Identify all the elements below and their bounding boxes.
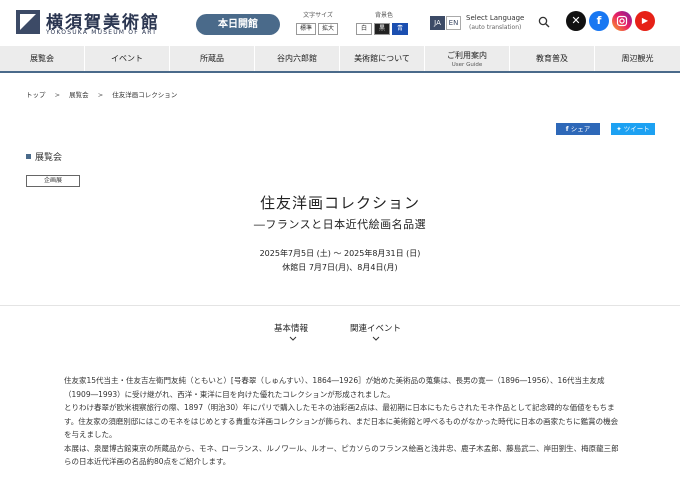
facebook-icon[interactable]: f: [589, 11, 609, 31]
exhibition-subtitle: ―フランスと日本近代絵画名品選: [253, 218, 427, 231]
square-bullet-icon: [26, 154, 31, 159]
tab-related-events[interactable]: 関連イベント: [350, 322, 401, 334]
exhibition-dates: 2025年7月5日 (土) 〜 2025年8月31日 (日): [259, 249, 421, 258]
nav-item-user-guide[interactable]: ご利用案内 User Guide: [425, 46, 510, 71]
lang-ja-button[interactable]: JA: [430, 16, 445, 30]
twitter-bird-icon: ✦: [616, 125, 622, 133]
breadcrumb-separator-icon: >: [97, 91, 104, 99]
nav-item-about[interactable]: 美術館について: [340, 46, 425, 71]
bg-blue-button[interactable]: 青: [392, 23, 408, 35]
nav-item-education[interactable]: 教育普及: [510, 46, 595, 71]
font-size-large-button[interactable]: 拡大: [318, 23, 338, 35]
bg-black-button[interactable]: 黒: [374, 23, 390, 35]
font-size-standard-button[interactable]: 標準: [296, 23, 316, 35]
exhibition-description: 住友家15代当主・住友吉左衛門友純（ともいと）[号春翠（しゅんすい）、1864―…: [64, 374, 620, 469]
site-header: 横須賀美術館 YOKOSUKA MUSEUM OF ART 本日開館 文字サイズ…: [0, 0, 680, 46]
description-paragraph: 住友家15代当主・住友吉左衛門友純（ともいと）[号春翠（しゅんすい）、1864―…: [64, 376, 605, 399]
language-switch: JA EN: [430, 16, 461, 30]
description-paragraph: 本展は、泉屋博古館東京の所蔵品から、モネ、ローランス、ルノワール、ルオー、ピカソ…: [64, 443, 619, 467]
breadcrumb-exhibitions[interactable]: 展覧会: [69, 91, 89, 99]
nav-item-taniuchi[interactable]: 谷内六郎館: [255, 46, 340, 71]
nav-item-label: 美術館について: [354, 54, 410, 63]
breadcrumb-current: 住友洋画コレクション: [112, 91, 178, 99]
youtube-icon[interactable]: ▶: [635, 11, 655, 31]
nav-item-exhibitions[interactable]: 展覧会: [0, 46, 85, 71]
x-icon[interactable]: ✕: [566, 11, 586, 31]
font-size-control: 文字サイズ 標準 拡大: [296, 10, 340, 35]
section-label: 展覧会: [26, 150, 62, 163]
nav-item-label: 所蔵品: [200, 54, 224, 63]
exhibition-title: 住友洋画コレクション: [259, 194, 420, 212]
divider: [0, 305, 680, 306]
breadcrumb: トップ > 展覧会 > 住友洋画コレクション: [26, 89, 177, 99]
chevron-down-icon[interactable]: [289, 336, 297, 341]
site-logo[interactable]: 横須賀美術館 YOKOSUKA MUSEUM OF ART: [16, 10, 166, 36]
twitter-share-button[interactable]: ✦ ツイート: [611, 123, 655, 135]
exhibition-closed-days: 休館日 7月7日(月)、8月4日(月): [282, 263, 398, 272]
nav-item-label: 教育普及: [536, 54, 568, 63]
nav-item-label: 谷内六郎館: [277, 54, 317, 63]
section-label-text: 展覧会: [35, 153, 63, 163]
tab-basic-info[interactable]: 基本情報: [274, 322, 308, 334]
select-language-label: Select Language: [466, 14, 525, 22]
font-size-caption: 文字サイズ: [303, 12, 333, 19]
bg-white-button[interactable]: 白: [356, 23, 372, 35]
main-nav: 展覧会 イベント 所蔵品 谷内六郎館 美術館について ご利用案内 User Gu…: [0, 46, 680, 73]
nav-item-sightseeing[interactable]: 周辺観光: [595, 46, 680, 71]
twitter-share-label: ツイート: [623, 125, 650, 133]
background-color-caption: 背景色: [374, 12, 393, 19]
facebook-share-label: シェア: [570, 125, 591, 133]
select-language-sub: (auto translation): [469, 24, 522, 31]
nav-item-label: 展覧会: [30, 54, 54, 63]
open-today-badge[interactable]: 本日開館: [196, 14, 280, 35]
background-color-control: 背景色 白 黒 青: [356, 10, 412, 35]
lang-en-button[interactable]: EN: [446, 16, 461, 30]
search-icon[interactable]: [538, 16, 550, 28]
nav-item-events[interactable]: イベント: [85, 46, 170, 71]
category-tag: 企画展: [26, 175, 80, 187]
nav-item-label: 周辺観光: [621, 54, 654, 63]
nav-item-collection[interactable]: 所蔵品: [170, 46, 255, 71]
breadcrumb-home[interactable]: トップ: [26, 91, 46, 99]
instagram-icon[interactable]: [612, 11, 632, 31]
description-paragraph: とりわけ春翠が欧米視察旅行の際、1897（明治30）年にパリで購入したモネの油彩…: [64, 403, 619, 439]
nav-item-label: ご利用案内: [447, 50, 487, 60]
chevron-down-icon[interactable]: [372, 336, 380, 341]
select-language[interactable]: Select Language (auto translation): [466, 13, 524, 33]
breadcrumb-separator-icon: >: [54, 91, 61, 99]
nav-item-sublabel: User Guide: [451, 61, 483, 68]
logo-mark-icon: [16, 10, 40, 34]
logo-english: YOKOSUKA MUSEUM OF ART: [46, 29, 158, 36]
nav-item-label: イベント: [111, 54, 143, 63]
instagram-glyph: [616, 15, 628, 27]
facebook-icon: f: [565, 125, 569, 133]
facebook-share-button[interactable]: f シェア: [556, 123, 600, 135]
